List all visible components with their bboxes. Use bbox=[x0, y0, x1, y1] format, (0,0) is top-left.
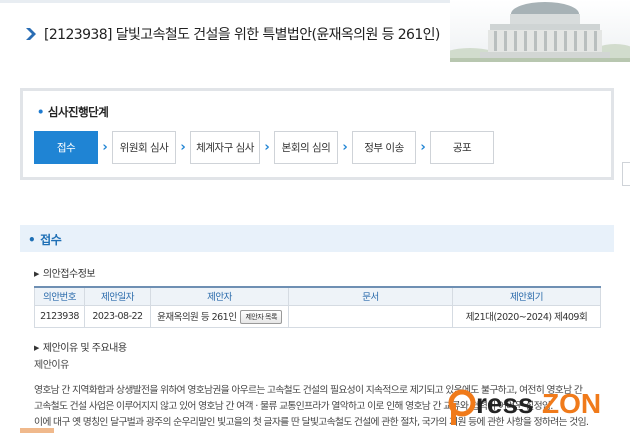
bill-info-table: 의안번호 제안일자 제안자 문서 제안회기 2123938 2023-08-22… bbox=[34, 286, 601, 328]
side-scroll-tab[interactable] bbox=[622, 162, 630, 186]
stage-steps: 접수 › 위원회 심사 › 체계자구 심사 › 본회의 심의 › 정부 이송 ›… bbox=[34, 131, 494, 164]
session-cell: 제21대(2020~2024) 제409회 bbox=[452, 304, 601, 328]
stage-heading: • 심사진행단계 bbox=[37, 104, 109, 120]
reason-label: 제안이유 bbox=[34, 360, 69, 371]
col-date: 제안일자 bbox=[84, 286, 151, 306]
stage-step-legal-review[interactable]: 체계자구 심사 bbox=[190, 131, 260, 164]
section-title: • 접수 bbox=[28, 231, 62, 248]
col-session: 제안회기 bbox=[452, 286, 601, 306]
col-proposer: 제안자 bbox=[150, 286, 289, 306]
section-bar: • 접수 bbox=[20, 225, 614, 252]
bill-no-cell: 2123938 bbox=[34, 304, 85, 328]
table-row: 2123938 2023-08-22 윤재옥의원 등 261인 제안자 목록 제2… bbox=[34, 304, 601, 328]
bullet-icon: • bbox=[37, 105, 44, 119]
col-document: 문서 bbox=[288, 286, 453, 306]
review-stage-panel: • 심사진행단계 접수 › 위원회 심사 › 체계자구 심사 › 본회의 심의 ›… bbox=[20, 88, 614, 180]
col-bill-no: 의안번호 bbox=[34, 286, 85, 306]
title-arrow-icon bbox=[26, 28, 36, 40]
table-header-row: 의안번호 제안일자 제안자 문서 제안회기 bbox=[34, 286, 601, 306]
stage-step-government-transfer[interactable]: 정부 이송 bbox=[352, 131, 416, 164]
proposer-text: 윤재옥의원 등 261인 bbox=[157, 311, 237, 323]
triangle-right-icon: ▶ bbox=[34, 270, 39, 278]
document-cell bbox=[288, 304, 453, 328]
stage-step-promulgation[interactable]: 공포 bbox=[430, 131, 494, 164]
stage-step-committee-review[interactable]: 위원회 심사 bbox=[112, 131, 176, 164]
bill-title: [2123938] 달빛고속철도 건설을 위한 특별법안(윤재옥의원 등 261… bbox=[44, 27, 440, 43]
stage-step-plenary[interactable]: 본회의 심의 bbox=[274, 131, 338, 164]
reason-heading-text: 제안이유 및 주요내용 bbox=[42, 343, 127, 354]
receipt-info-heading: ▶ 의안접수정보 bbox=[34, 265, 96, 280]
national-assembly-building-icon bbox=[450, 0, 630, 62]
chevron-right-icon: › bbox=[420, 140, 426, 155]
date-cell: 2023-08-22 bbox=[84, 304, 151, 328]
chevron-right-icon: › bbox=[102, 140, 108, 155]
stage-step-received[interactable]: 접수 bbox=[34, 131, 98, 164]
bill-title-wrap: [2123938] 달빛고속철도 건설을 위한 특별법안(윤재옥의원 등 261… bbox=[26, 24, 440, 44]
reason-heading: ▶ 제안이유 및 주요내용 bbox=[34, 339, 127, 354]
bottom-accent bbox=[20, 428, 54, 433]
watermark-text-b: ZON bbox=[542, 388, 601, 419]
watermark-text-a: ress bbox=[476, 388, 534, 419]
chevron-right-icon: › bbox=[180, 140, 186, 155]
proposer-cell: 윤재옥의원 등 261인 제안자 목록 bbox=[150, 304, 289, 328]
bullet-icon: • bbox=[28, 233, 36, 247]
proposer-list-button[interactable]: 제안자 목록 bbox=[240, 309, 282, 324]
stage-heading-text: 심사진행단계 bbox=[47, 105, 109, 119]
chevron-right-icon: › bbox=[342, 140, 348, 155]
page-header: [2123938] 달빛고속철도 건설을 위한 특별법안(윤재옥의원 등 261… bbox=[0, 0, 630, 70]
triangle-right-icon: ▶ bbox=[34, 344, 39, 352]
receipt-info-label: 의안접수정보 bbox=[42, 269, 96, 280]
presszon-watermark-logo: ress ZON bbox=[448, 388, 601, 425]
section-title-text: 접수 bbox=[40, 233, 62, 247]
chevron-right-icon: › bbox=[264, 140, 270, 155]
